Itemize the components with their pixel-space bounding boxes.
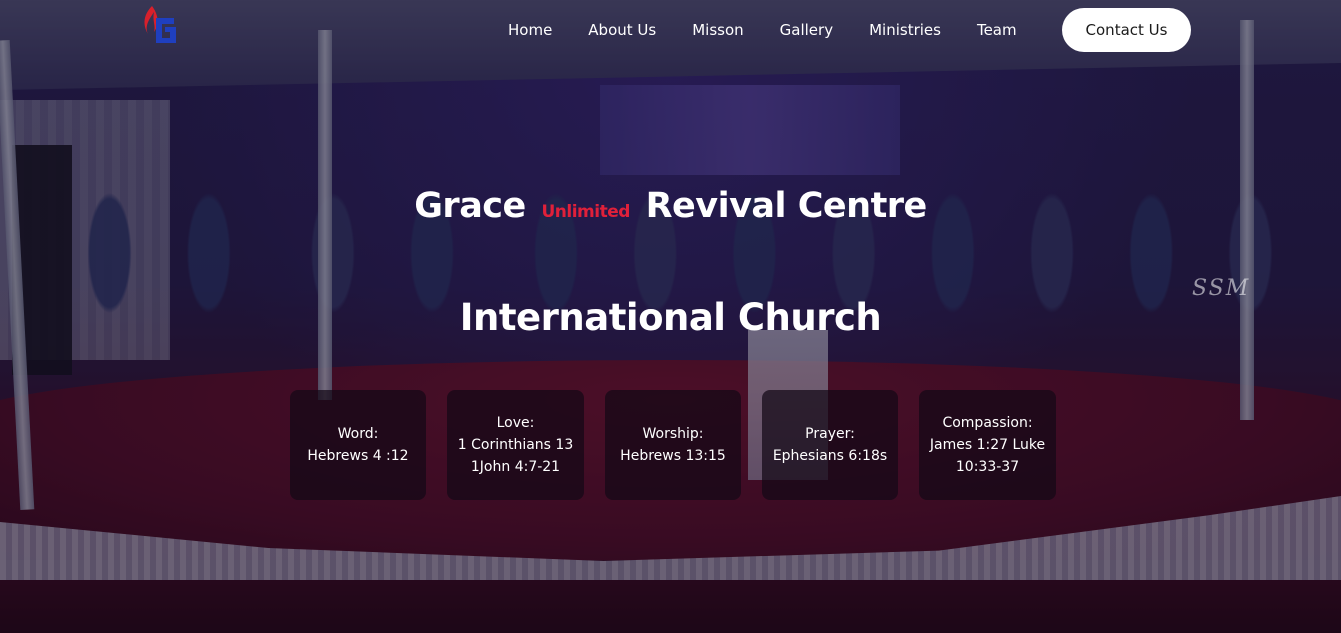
nav-home[interactable]: Home (508, 21, 552, 39)
main-nav: Home About Us Misson Gallery Ministries … (490, 8, 1035, 52)
value-card-compassion: Compassion: James 1:27 Luke 10:33-37 (919, 390, 1056, 500)
site-logo[interactable] (138, 4, 182, 52)
card-heading: Word: (337, 426, 379, 442)
value-card-love: Love: 1 Corinthians 13 1John 4:7-21 (447, 390, 584, 500)
nav-mission[interactable]: Misson (692, 21, 743, 39)
nav-team[interactable]: Team (977, 21, 1017, 39)
hero-title-grace: Grace (414, 186, 526, 226)
card-line: 1 Corinthians 13 (457, 437, 574, 453)
card-line: Hebrews 4 :12 (307, 448, 409, 464)
card-line: 1John 4:7-21 (470, 459, 561, 475)
card-heading: Compassion: (942, 415, 1033, 431)
value-card-worship: Worship: Hebrews 13:15 (605, 390, 741, 500)
contact-us-button[interactable]: Contact Us (1062, 8, 1191, 52)
hero-title: Grace Unlimited Revival Centre (0, 186, 1341, 226)
card-line: James 1:27 Luke (929, 437, 1046, 453)
card-heading: Prayer: (805, 426, 855, 442)
card-heading: Worship: (642, 426, 704, 442)
nav-ministries[interactable]: Ministries (869, 21, 941, 39)
hero-title-unlimited-tag: Unlimited (541, 202, 630, 222)
hero-subtitle: International Church (459, 296, 882, 339)
flame-g-logo-icon (144, 6, 176, 43)
card-line: Ephesians 6:18s (772, 448, 888, 464)
card-heading: Love: (496, 415, 535, 431)
value-card-prayer: Prayer: Ephesians 6:18s (762, 390, 898, 500)
card-line: Hebrews 13:15 (620, 448, 726, 464)
nav-about-us[interactable]: About Us (588, 21, 656, 39)
value-card-word: Word: Hebrews 4 :12 (290, 390, 426, 500)
hero-title-revival-centre: Revival Centre (645, 186, 928, 226)
card-line: 10:33-37 (955, 459, 1020, 475)
values-cards: Word: Hebrews 4 :12 Love: 1 Corinthians … (290, 390, 1070, 500)
nav-gallery[interactable]: Gallery (780, 21, 833, 39)
